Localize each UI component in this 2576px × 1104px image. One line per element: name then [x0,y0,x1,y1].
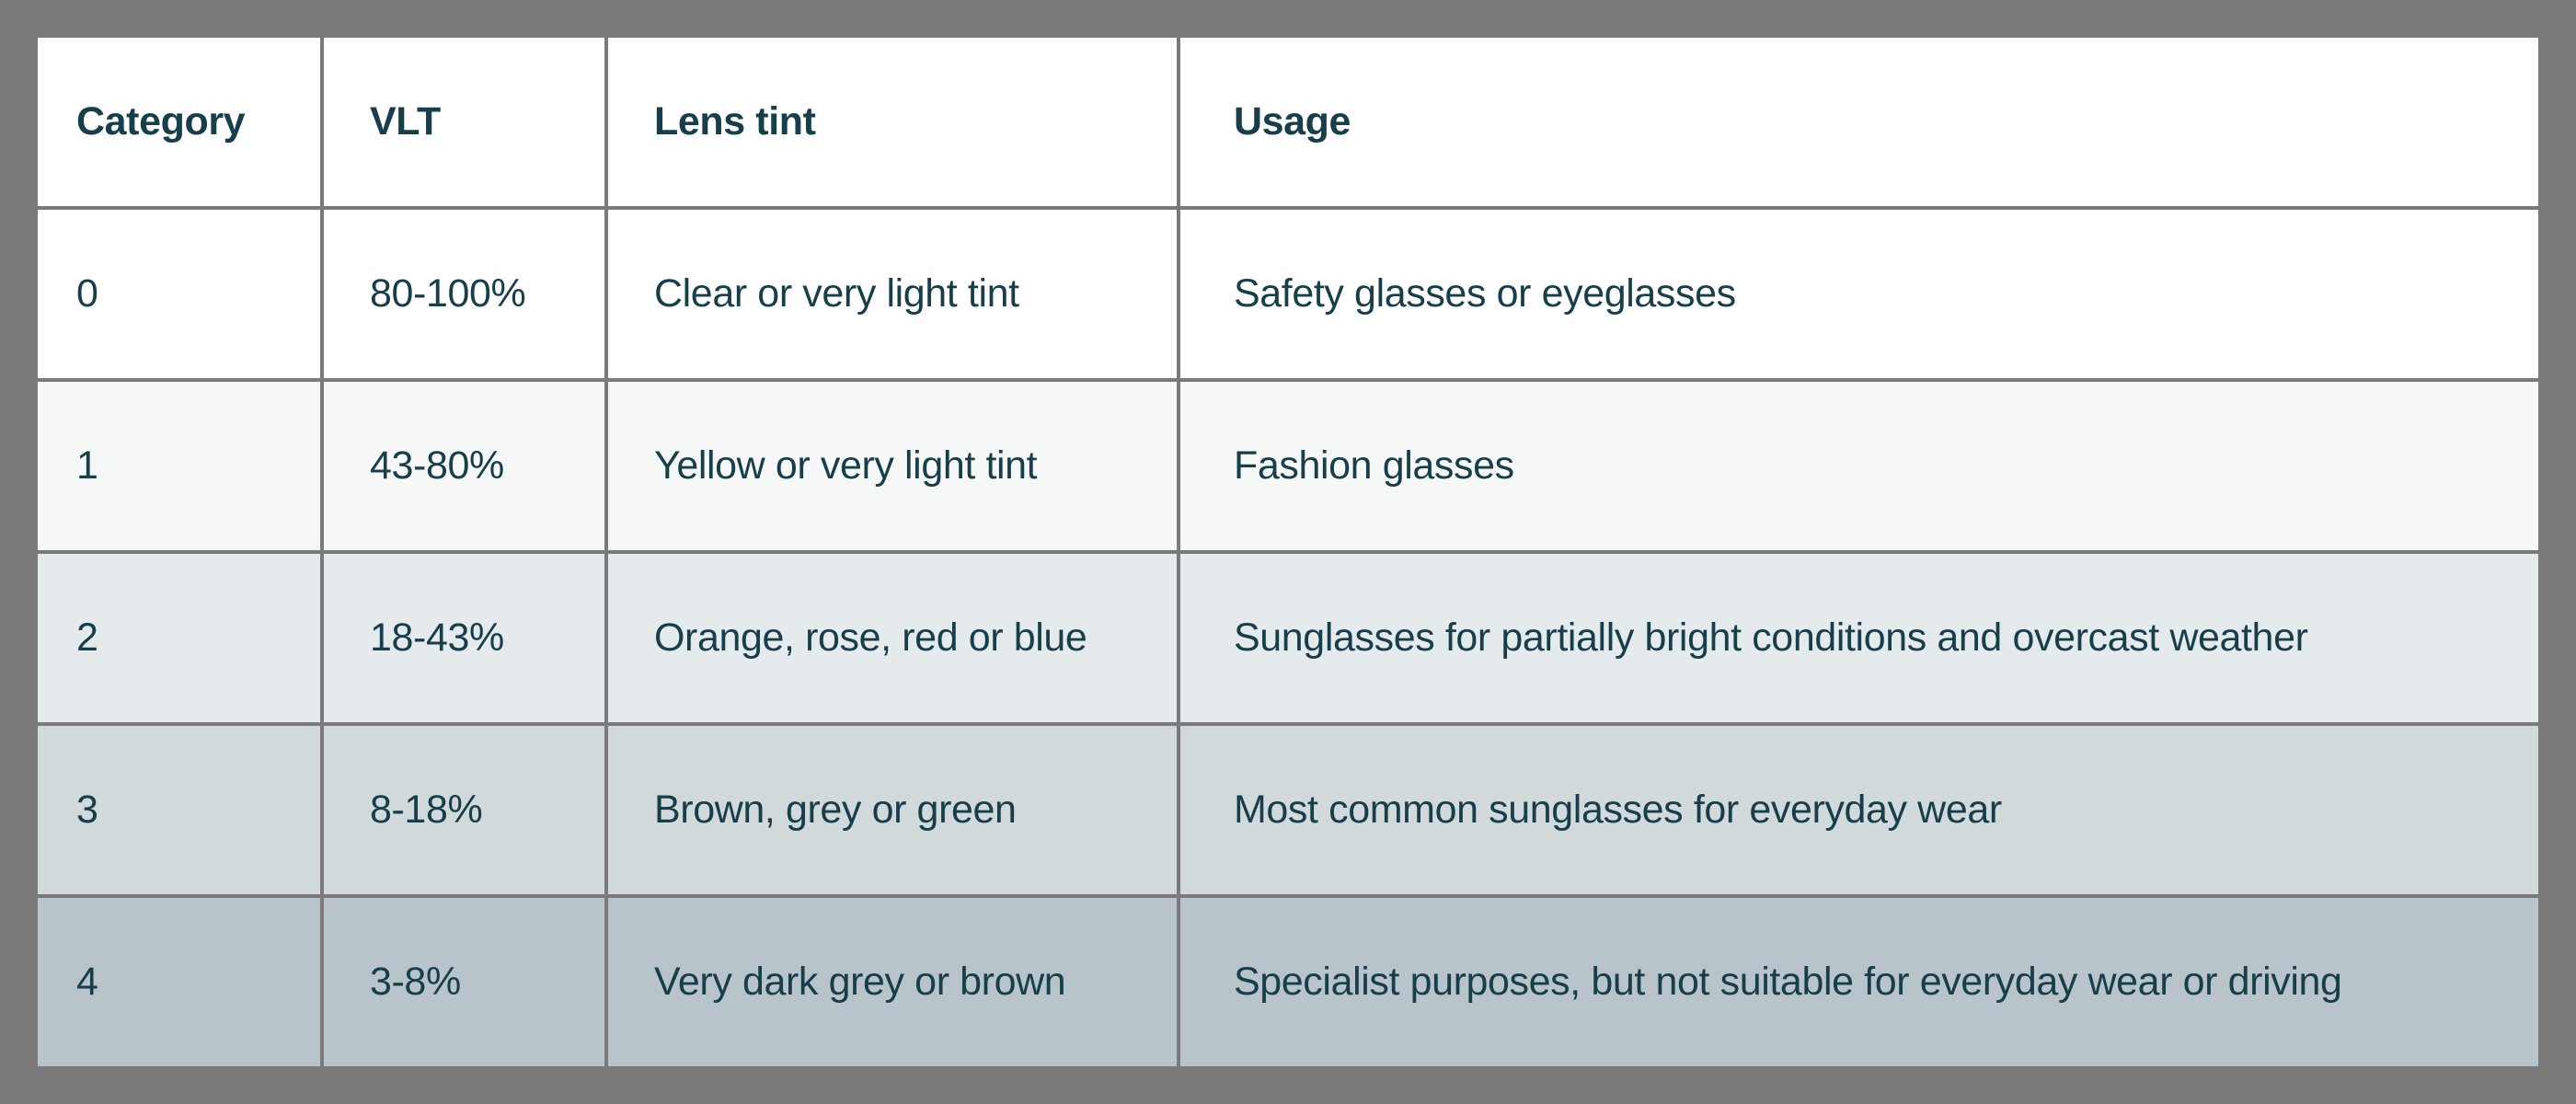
cell-usage: Sunglasses for partially bright conditio… [1177,550,2542,726]
header-vlt: VLT [320,34,608,210]
table-row: 4 3-8% Very dark grey or brown Specialis… [34,894,2542,1070]
cell-category: 2 [34,550,324,726]
cell-usage: Specialist purposes, but not suitable fo… [1177,894,2542,1070]
cell-category: 3 [34,722,324,898]
cell-lens-tint: Very dark grey or brown [604,894,1180,1070]
cell-lens-tint: Clear or very light tint [604,206,1180,382]
table-row: 1 43-80% Yellow or very light tint Fashi… [34,378,2542,554]
table-row: 2 18-43% Orange, rose, red or blue Sungl… [34,550,2542,726]
cell-lens-tint: Yellow or very light tint [604,378,1180,554]
table-header-row: Category VLT Lens tint Usage [34,34,2542,210]
table-row: 3 8-18% Brown, grey or green Most common… [34,722,2542,898]
table-row: 0 80-100% Clear or very light tint Safet… [34,206,2542,382]
cell-vlt: 43-80% [320,378,608,554]
cell-usage: Safety glasses or eyeglasses [1177,206,2542,382]
cell-vlt: 3-8% [320,894,608,1070]
cell-vlt: 80-100% [320,206,608,382]
cell-category: 4 [34,894,324,1070]
lens-category-table: Category VLT Lens tint Usage 0 80-100% C… [34,34,2542,1070]
header-lens-tint: Lens tint [604,34,1180,210]
cell-vlt: 18-43% [320,550,608,726]
header-category: Category [34,34,324,210]
cell-category: 1 [34,378,324,554]
cell-usage: Fashion glasses [1177,378,2542,554]
cell-lens-tint: Brown, grey or green [604,722,1180,898]
cell-vlt: 8-18% [320,722,608,898]
cell-usage: Most common sunglasses for everyday wear [1177,722,2542,898]
cell-lens-tint: Orange, rose, red or blue [604,550,1180,726]
cell-category: 0 [34,206,324,382]
header-usage: Usage [1177,34,2542,210]
